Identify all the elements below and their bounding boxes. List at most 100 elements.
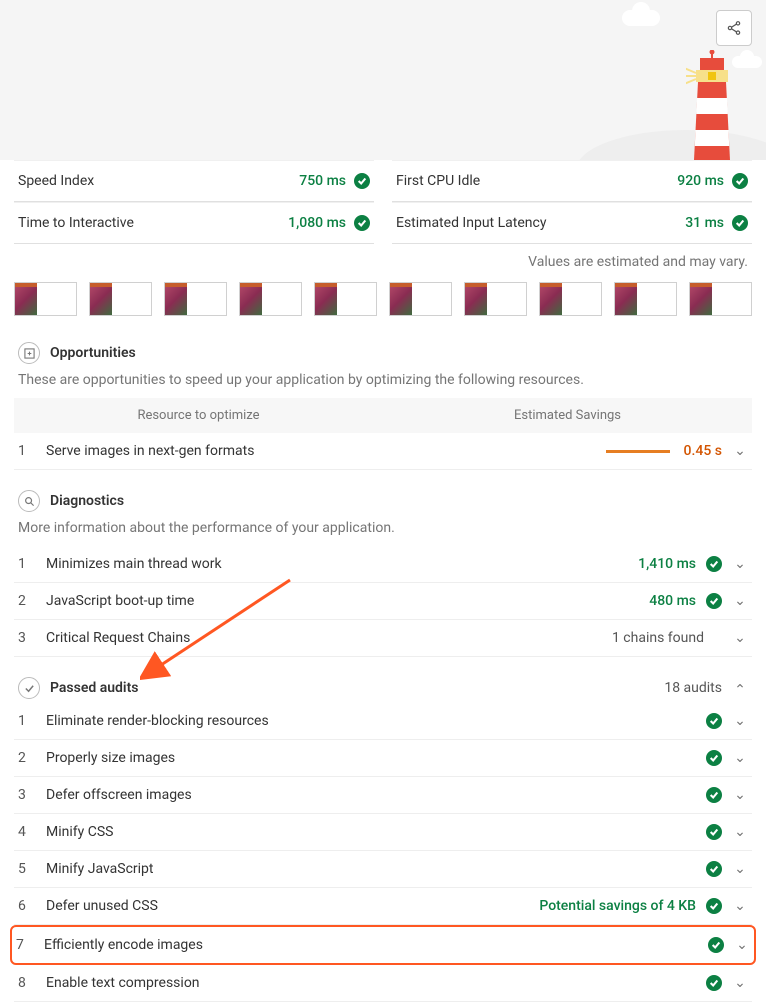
metric-label: First CPU Idle xyxy=(396,173,480,189)
metric-value: 920 ms xyxy=(677,173,724,189)
row-label: JavaScript boot-up time xyxy=(46,593,641,609)
metric-value: 750 ms xyxy=(299,173,346,189)
check-pass-icon xyxy=(706,593,722,609)
check-pass-icon xyxy=(732,215,748,231)
metrics-column-left: Speed Index 750 ms Time to Interactive 1… xyxy=(14,160,374,244)
filmstrip-frame[interactable] xyxy=(689,282,752,316)
row-label: Serve images in next-gen formats xyxy=(46,443,598,459)
chevron-down-icon: ⌄ xyxy=(732,593,748,609)
savings-value: 0.45 s xyxy=(684,443,722,459)
diagnostic-row[interactable]: 1 Minimizes main thread work 1,410 ms ⌄ xyxy=(14,546,752,583)
chevron-down-icon: ⌄ xyxy=(732,898,748,914)
row-number: 1 xyxy=(18,443,38,459)
passed-audit-row[interactable]: 8 Enable text compression ⌄ xyxy=(14,965,752,1002)
filmstrip xyxy=(0,276,766,332)
row-number: 6 xyxy=(18,898,38,914)
row-number: 1 xyxy=(18,556,38,572)
opportunities-icon xyxy=(18,342,40,364)
check-pass-icon xyxy=(706,713,722,729)
row-number: 2 xyxy=(18,750,38,766)
section-subtitle: More information about the performance o… xyxy=(14,518,752,546)
filmstrip-frame[interactable] xyxy=(614,282,677,316)
check-pass-icon xyxy=(354,215,370,231)
filmstrip-frame[interactable] xyxy=(539,282,602,316)
chevron-down-icon: ⌄ xyxy=(732,750,748,766)
share-icon xyxy=(726,20,742,36)
passed-audits-section: Passed audits 18 audits ⌄ 1 Eliminate ren… xyxy=(0,667,766,1002)
row-label: Eliminate render-blocking resources xyxy=(46,713,698,729)
check-icon xyxy=(18,677,40,699)
row-label: Defer offscreen images xyxy=(46,787,698,803)
passed-audit-row[interactable]: 7 Efficiently encode images ⌄ xyxy=(10,925,756,965)
filmstrip-frame[interactable] xyxy=(89,282,152,316)
passed-audit-row[interactable]: 5 Minify JavaScript ⌄ xyxy=(14,851,752,888)
passed-audit-row[interactable]: 3Defer offscreen images⌄ xyxy=(14,777,752,814)
row-label: Minify JavaScript xyxy=(46,861,698,877)
report-header xyxy=(0,0,766,160)
metric-label: Time to Interactive xyxy=(18,215,134,231)
filmstrip-frame[interactable] xyxy=(239,282,302,316)
diagnostic-row[interactable]: 3 Critical Request Chains 1 chains found… xyxy=(14,620,752,657)
chevron-down-icon: ⌄ xyxy=(732,975,748,991)
row-number: 5 xyxy=(18,861,38,877)
diagnostic-row[interactable]: 2 JavaScript boot-up time 480 ms ⌄ xyxy=(14,583,752,620)
chevron-down-icon: ⌄ xyxy=(732,787,748,803)
metric-value: 1,080 ms xyxy=(288,215,346,231)
opportunities-section: Opportunities These are opportunities to… xyxy=(0,332,766,470)
section-title: Passed audits xyxy=(50,680,138,696)
section-subtitle: These are opportunities to speed up your… xyxy=(14,370,752,398)
passed-audits-toggle[interactable]: Passed audits 18 audits ⌄ xyxy=(14,667,752,703)
opportunities-table-head: Resource to optimize Estimated Savings xyxy=(14,398,752,433)
row-label: Enable text compression xyxy=(46,975,698,991)
share-button[interactable] xyxy=(716,10,752,46)
metric-row: First CPU Idle 920 ms xyxy=(392,160,752,202)
metric-label: Speed Index xyxy=(18,173,94,189)
metric-value: 31 ms xyxy=(685,215,724,231)
metric-label: Estimated Input Latency xyxy=(396,215,546,231)
lighthouse-icon xyxy=(686,50,738,160)
filmstrip-frame[interactable] xyxy=(14,282,77,316)
chevron-up-icon: ⌄ xyxy=(732,680,748,696)
magnify-icon xyxy=(18,490,40,512)
filmstrip-frame[interactable] xyxy=(164,282,227,316)
row-number: 8 xyxy=(18,975,38,991)
audit-extra: Potential savings of 4 KB xyxy=(539,898,696,914)
row-label: Efficiently encode images xyxy=(44,937,700,953)
row-label: Properly size images xyxy=(46,750,698,766)
opportunity-row[interactable]: 1 Serve images in next-gen formats 0.45 … xyxy=(14,433,752,470)
chevron-down-icon: ⌄ xyxy=(734,937,750,953)
row-number: 7 xyxy=(16,937,36,953)
metrics-panel: Speed Index 750 ms Time to Interactive 1… xyxy=(0,160,766,244)
filmstrip-frame[interactable] xyxy=(464,282,527,316)
chevron-down-icon: ⌄ xyxy=(732,630,748,646)
diagnostic-value: 480 ms xyxy=(649,593,696,609)
row-label: Critical Request Chains xyxy=(46,630,604,646)
row-number: 1 xyxy=(18,713,38,729)
metric-row: Estimated Input Latency 31 ms xyxy=(392,202,752,244)
metric-row: Speed Index 750 ms xyxy=(14,160,374,202)
chevron-down-icon: ⌄ xyxy=(732,824,748,840)
savings-bar xyxy=(606,450,670,453)
row-label: Minify CSS xyxy=(46,824,698,840)
check-pass-icon xyxy=(708,937,724,953)
section-title: Diagnostics xyxy=(50,493,124,509)
row-number: 3 xyxy=(18,630,38,646)
disclaimer-text: Values are estimated and may vary. xyxy=(0,244,766,276)
diagnostic-value: 1 chains found xyxy=(612,630,704,646)
passed-audit-row[interactable]: 6Defer unused CSSPotential savings of 4 … xyxy=(14,888,752,925)
filmstrip-frame[interactable] xyxy=(314,282,377,316)
row-number: 4 xyxy=(18,824,38,840)
check-pass-icon xyxy=(706,975,722,991)
row-number: 2 xyxy=(18,593,38,609)
chevron-down-icon: ⌄ xyxy=(732,556,748,572)
passed-count: 18 audits xyxy=(664,680,722,696)
filmstrip-frame[interactable] xyxy=(389,282,452,316)
check-pass-icon xyxy=(706,824,722,840)
passed-audit-row[interactable]: 2 Properly size images ⌄ xyxy=(14,740,752,777)
diagnostic-value: 1,410 ms xyxy=(638,556,696,572)
chevron-down-icon: ⌄ xyxy=(732,861,748,877)
check-pass-icon xyxy=(706,861,722,877)
metric-row: Time to Interactive 1,080 ms xyxy=(14,202,374,244)
passed-audit-row[interactable]: 1Eliminate render-blocking resources⌄ xyxy=(14,703,752,740)
passed-audit-row[interactable]: 4 Minify CSS ⌄ xyxy=(14,814,752,851)
